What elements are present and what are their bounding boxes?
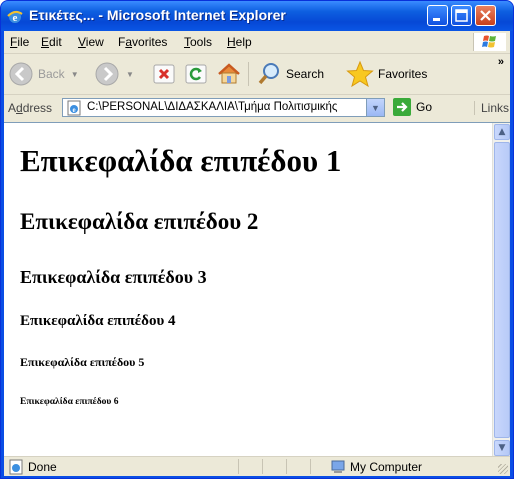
address-dropdown-button[interactable]: ▼: [366, 99, 384, 116]
favorites-star-icon: [346, 60, 374, 88]
back-arrow-icon: [9, 62, 33, 86]
title-bar[interactable]: e Ετικέτες... - Microsoft Internet Explo…: [1, 1, 513, 31]
page-content: Επικεφαλίδα επιπέδου 1 Επικεφαλίδα επιπέ…: [4, 122, 510, 457]
menu-favorites[interactable]: Favorites: [118, 35, 167, 49]
address-value: C:\PERSONAL\ΔΙΔΑΣΚΑΛΙΑ\Τμήμα Πολιτισμική…: [87, 101, 338, 113]
back-label: Back: [38, 67, 65, 81]
browser-frame: File Edit View Favorites Tools Help Back…: [4, 31, 510, 476]
my-computer-icon: [331, 460, 345, 473]
forward-dropdown-icon[interactable]: ▼: [126, 70, 134, 79]
back-button[interactable]: Back ▼: [8, 60, 79, 88]
maximize-button[interactable]: [451, 5, 472, 26]
standard-toolbar: Back ▼ ▼ Search Favorites »: [4, 54, 510, 95]
forward-button[interactable]: ▼: [94, 60, 134, 88]
status-cell: [310, 459, 311, 474]
home-button[interactable]: [216, 60, 242, 88]
stop-button[interactable]: [152, 60, 176, 88]
scroll-thumb[interactable]: [494, 142, 510, 438]
menu-edit[interactable]: Edit: [41, 35, 62, 49]
status-done: Done: [8, 459, 57, 475]
menu-view[interactable]: View: [78, 35, 104, 49]
heading-level-1: Επικεφαλίδα επιπέδου 1: [20, 143, 342, 178]
refresh-button[interactable]: [184, 60, 208, 88]
window-title: Ετικέτες... - Microsoft Internet Explore…: [29, 7, 286, 23]
chevron-down-icon: ▼: [498, 443, 506, 453]
back-dropdown-icon[interactable]: ▼: [71, 70, 79, 79]
resize-grip[interactable]: [498, 464, 508, 474]
scroll-up-button[interactable]: ▲: [494, 124, 510, 140]
maximize-icon: [455, 9, 468, 22]
address-input[interactable]: e C:\PERSONAL\ΔΙΔΑΣΚΑΛΙΑ\Τμήμα Πολιτισμι…: [62, 98, 385, 117]
vertical-scrollbar[interactable]: ▲ ▼: [492, 123, 510, 457]
toolbar-separator: [248, 62, 249, 86]
heading-level-2: Επικεφαλίδα επιπέδου 2: [20, 209, 259, 234]
toolbar-more-chevron[interactable]: »: [498, 56, 504, 68]
menu-help[interactable]: Help: [227, 35, 252, 49]
heading-level-5: Επικεφαλίδα επιπέδου 5: [20, 355, 145, 369]
status-cell: [262, 459, 263, 474]
status-bar: Done My Computer: [4, 456, 510, 476]
address-label: Address: [8, 101, 53, 115]
forward-arrow-icon: [95, 62, 119, 86]
menu-bar: File Edit View Favorites Tools Help: [4, 31, 510, 54]
zone-text: My Computer: [350, 460, 423, 474]
minimize-button[interactable]: [427, 5, 448, 26]
favorites-button[interactable]: Favorites: [346, 60, 427, 88]
status-cell: [238, 459, 239, 474]
heading-level-3: Επικεφαλίδα επιπέδου 3: [20, 267, 207, 287]
status-text: Done: [28, 460, 57, 474]
menu-file[interactable]: File: [10, 35, 29, 49]
windows-logo: [473, 33, 506, 51]
go-button[interactable]: Go: [393, 98, 432, 116]
go-label: Go: [416, 100, 433, 114]
search-button[interactable]: Search: [256, 60, 324, 88]
refresh-icon: [185, 64, 207, 84]
heading-level-6: Επικεφαλίδα επιπέδου 6: [20, 397, 119, 407]
page-icon: e: [67, 100, 81, 116]
links-button[interactable]: Links: [474, 101, 509, 115]
menu-tools[interactable]: Tools: [184, 35, 212, 49]
stop-icon: [153, 64, 175, 84]
page-done-icon: [9, 459, 23, 475]
chevron-down-icon: ▼: [371, 102, 380, 113]
svg-text:e: e: [13, 12, 18, 24]
home-icon: [218, 63, 240, 84]
go-arrow-icon: [393, 98, 411, 116]
ie-logo-icon: e: [7, 10, 23, 24]
search-label: Search: [286, 67, 325, 81]
favorites-label: Favorites: [378, 67, 428, 81]
search-icon: [258, 63, 279, 85]
scroll-down-button[interactable]: ▼: [494, 440, 510, 456]
minimize-icon: [433, 18, 440, 21]
close-button[interactable]: [475, 5, 496, 26]
heading-level-4: Επικεφαλίδα επιπέδου 4: [20, 313, 176, 329]
chevron-up-icon: ▲: [498, 127, 506, 137]
address-bar: Address e C:\PERSONAL\ΔΙΔΑΣΚΑΛΙΑ\Τμήμα Π…: [4, 95, 510, 121]
browser-window: e Ετικέτες... - Microsoft Internet Explo…: [0, 0, 514, 479]
security-zone: My Computer: [330, 459, 422, 475]
windows-flag-icon: [482, 35, 496, 48]
svg-text:e: e: [72, 106, 75, 114]
status-cell: [286, 459, 287, 474]
close-icon: [480, 10, 491, 21]
